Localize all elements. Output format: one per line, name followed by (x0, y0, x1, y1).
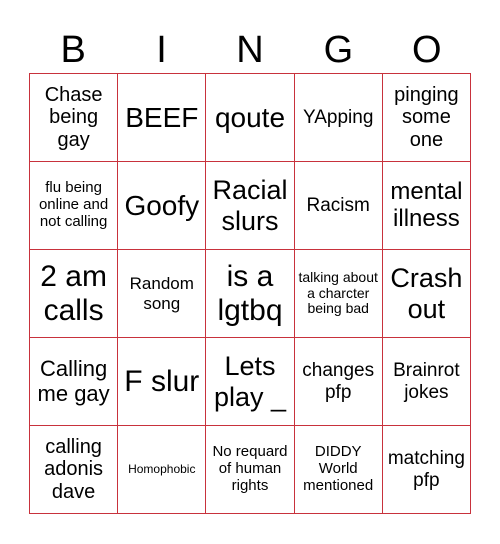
bingo-cell[interactable]: mental illness (382, 162, 471, 250)
bingo-cell[interactable]: No requard of human rights (206, 426, 295, 514)
bingo-cell[interactable]: DIDDY World mentioned (294, 426, 383, 514)
bingo-grid: Chase being gay BEEF qoute YApping pingi… (29, 73, 471, 514)
header-letter-b: B (60, 29, 86, 71)
bingo-cell[interactable]: F slur (118, 338, 207, 426)
bingo-cell[interactable]: YApping (294, 74, 383, 162)
bingo-cell[interactable]: is a lgtbq (206, 250, 295, 338)
bingo-cell[interactable]: matching pfp (382, 426, 471, 514)
bingo-cell[interactable]: Goofy (118, 162, 207, 250)
bingo-cell[interactable]: Lets play _ (206, 338, 295, 426)
header-letter-o: O (411, 29, 442, 71)
header-letter-i: I (156, 29, 167, 71)
header-letter-n: N (236, 29, 264, 71)
bingo-cell[interactable]: Crash out (382, 250, 471, 338)
header-letter-g: G (323, 29, 354, 71)
bingo-cell[interactable]: flu being online and not calling (30, 162, 119, 250)
bingo-cell[interactable]: 2 am calls (30, 250, 119, 338)
bingo-cell[interactable]: Brainrot jokes (382, 338, 471, 426)
bingo-cell[interactable]: Calling me gay (30, 338, 119, 426)
bingo-cell[interactable]: Racial slurs (206, 162, 295, 250)
bingo-cell[interactable]: Random song (118, 250, 207, 338)
bingo-cell[interactable]: Chase being gay (30, 74, 119, 162)
bingo-cell[interactable]: pinging some one (382, 74, 471, 162)
bingo-cell[interactable]: Homophobic (118, 426, 207, 514)
bingo-cell[interactable]: Racism (294, 162, 383, 250)
bingo-cell[interactable]: talking about a charcter being bad (294, 250, 383, 338)
bingo-cell[interactable]: calling adonis dave (30, 426, 119, 514)
bingo-cell[interactable]: BEEF (118, 74, 207, 162)
bingo-header: B I N G O (29, 28, 471, 73)
bingo-cell[interactable]: changes pfp (294, 338, 383, 426)
bingo-cell[interactable]: qoute (206, 74, 295, 162)
